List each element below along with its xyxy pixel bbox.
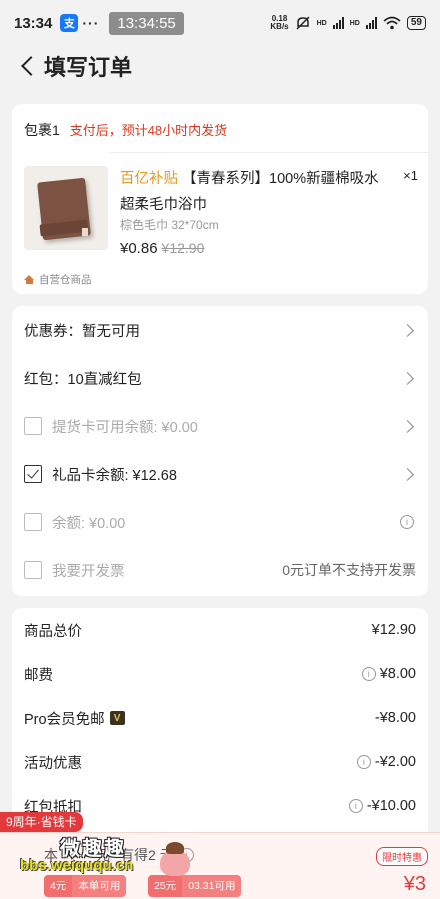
package-label: 包裹1 [24,122,60,138]
vip-badge-icon: V [109,711,125,725]
product-spec: 棕色毛巾 32*70cm [120,218,219,232]
product-quantity: ×1 [403,168,418,183]
info-icon[interactable]: i [356,755,371,769]
coupon-chip[interactable]: 25元 03.31可用 [148,875,242,897]
coupon-row[interactable]: 优惠券：暂无可用 [12,306,428,354]
savings-prefix: 本 [44,847,58,863]
limited-offer-tag: 限时特惠 [376,847,428,866]
pickup-card-checkbox[interactable] [24,417,42,435]
home-icon [24,275,34,284]
summary-label: 商品总价 [24,623,82,640]
balance-checkbox[interactable] [24,513,42,531]
anniversary-savings-tag[interactable]: 9周年·省钱卡 [0,812,83,832]
info-icon[interactable]: i [348,799,363,813]
red-packet-label: 红包：10直减红包 [24,371,142,388]
pickup-card-row[interactable]: 提货卡可用余额: ¥0.00 [12,402,428,450]
net-speed-unit: KB/s [270,22,289,31]
invoice-note: 0元订单不支持开发票 [282,562,416,578]
package-card: 包裹1 支付后，预计48小时内发货 百亿补贴 【青春系列】100%新疆棉吸水超柔毛… [12,104,428,294]
gift-card-label: 礼品卡余额: ¥12.68 [52,467,177,484]
coupon-desc: 本单可用 [72,875,127,897]
store-tag-label: 自营仓商品 [39,274,92,286]
product-title[interactable]: 百亿补贴 【青春系列】100%新疆棉吸水超柔毛巾浴巾 [120,166,390,218]
info-icon[interactable]: i [179,848,194,862]
status-time: 13:34 [14,14,53,32]
summary-value: ¥12.90 [371,622,416,638]
product-image[interactable] [24,166,108,250]
product-price: ¥0.86 ¥12.90 [120,240,204,257]
subsidy-badge: 百亿补贴 [120,171,178,187]
page-title: 填写订单 [44,55,133,80]
savings-suffix: 有得2 [120,847,156,863]
invoice-label: 我要开发票 [52,563,125,580]
package-header: 包裹1 支付后，预计48小时内发货 [24,120,227,140]
status-bar: 13:34 支 ··· 13:34:55 0.18 KB/s HD HD 59 [0,0,440,46]
info-icon[interactable]: i [400,515,414,529]
invoice-row[interactable]: 我要开发票 0元订单不支持开发票 [12,546,428,594]
nav-bar: 填写订单 [0,46,440,86]
summary-label: 活动优惠 [24,755,82,772]
alipay-icon: 支 [60,14,79,32]
signal-icon-1 [332,17,344,29]
summary-row-promo: 活动优惠 i -¥2.00 [12,740,428,784]
balance-label: 余额: ¥0.00 [52,515,126,532]
coupon-amount: 25元 [148,875,183,897]
red-packet-row[interactable]: 红包：10直减红包 [12,354,428,402]
info-icon[interactable]: i [361,667,376,681]
summary-value: -¥2.00 [374,754,416,770]
savings-line: 本 元 有得2 元 i [44,845,196,865]
summary-row-total: 商品总价 ¥12.90 [12,608,428,652]
gift-card-checkbox[interactable] [24,465,42,483]
savings-end: 元 [159,847,174,863]
balance-row[interactable]: 余额: ¥0.00 i [12,498,428,546]
back-icon[interactable] [21,56,41,76]
invoice-checkbox[interactable] [24,561,42,579]
savings-mid: 元 [96,847,110,863]
summary-row-pro-free-shipping: Pro会员免邮 V -¥8.00 [12,696,428,740]
summary-label: Pro会员免邮 [24,711,105,728]
status-indicators: 0.18 KB/s HD HD 59 [270,15,426,31]
clock-pill: 13:34:55 [109,11,184,35]
coupon-amount: 4元 [44,875,73,897]
summary-label: 邮费 [24,667,53,684]
towel-tag [82,228,88,236]
coupon-desc: 03.31可用 [182,875,242,897]
more-notifications-icon: ··· [82,15,100,31]
network-type-1: HD [316,19,327,27]
delivery-note: 支付后，预计48小时内发货 [69,123,228,138]
summary-row-shipping: 邮费 i ¥8.00 [12,652,428,696]
current-price: ¥0.86 [120,240,158,257]
gift-card-row[interactable]: 礼品卡余额: ¥12.68 [12,450,428,498]
chevron-right-icon [401,323,414,337]
wifi-icon [383,16,401,30]
summary-value: ¥8.00 [379,666,416,682]
pickup-card-label: 提货卡可用余额: ¥0.00 [52,419,198,436]
mute-icon [296,16,310,30]
chevron-right-icon [401,371,414,385]
chevron-right-icon [401,419,414,433]
store-tag: 自营仓商品 [24,272,92,287]
checkout-bar: 本 元 有得2 元 i 限时特惠 4元 本单可用 25元 03.31可用 ¥3 [0,832,440,899]
net-speed: 0.18 KB/s [270,15,288,31]
signal-icon-2 [365,17,377,29]
payment-options-card: 优惠券：暂无可用 红包：10直减红包 提货卡可用余额: ¥0.00 礼品卡余额:… [12,306,428,596]
chevron-right-icon [401,467,414,481]
battery-indicator: 59 [406,16,426,30]
coupon-label: 优惠券：暂无可用 [24,323,140,340]
summary-value: -¥10.00 [366,798,416,814]
total-price: ¥3 [403,873,426,895]
network-type-2: HD [349,19,360,27]
coupon-chip[interactable]: 4元 本单可用 [44,875,127,897]
summary-value: -¥8.00 [374,710,416,726]
divider [110,152,428,153]
original-price: ¥12.90 [161,240,205,256]
